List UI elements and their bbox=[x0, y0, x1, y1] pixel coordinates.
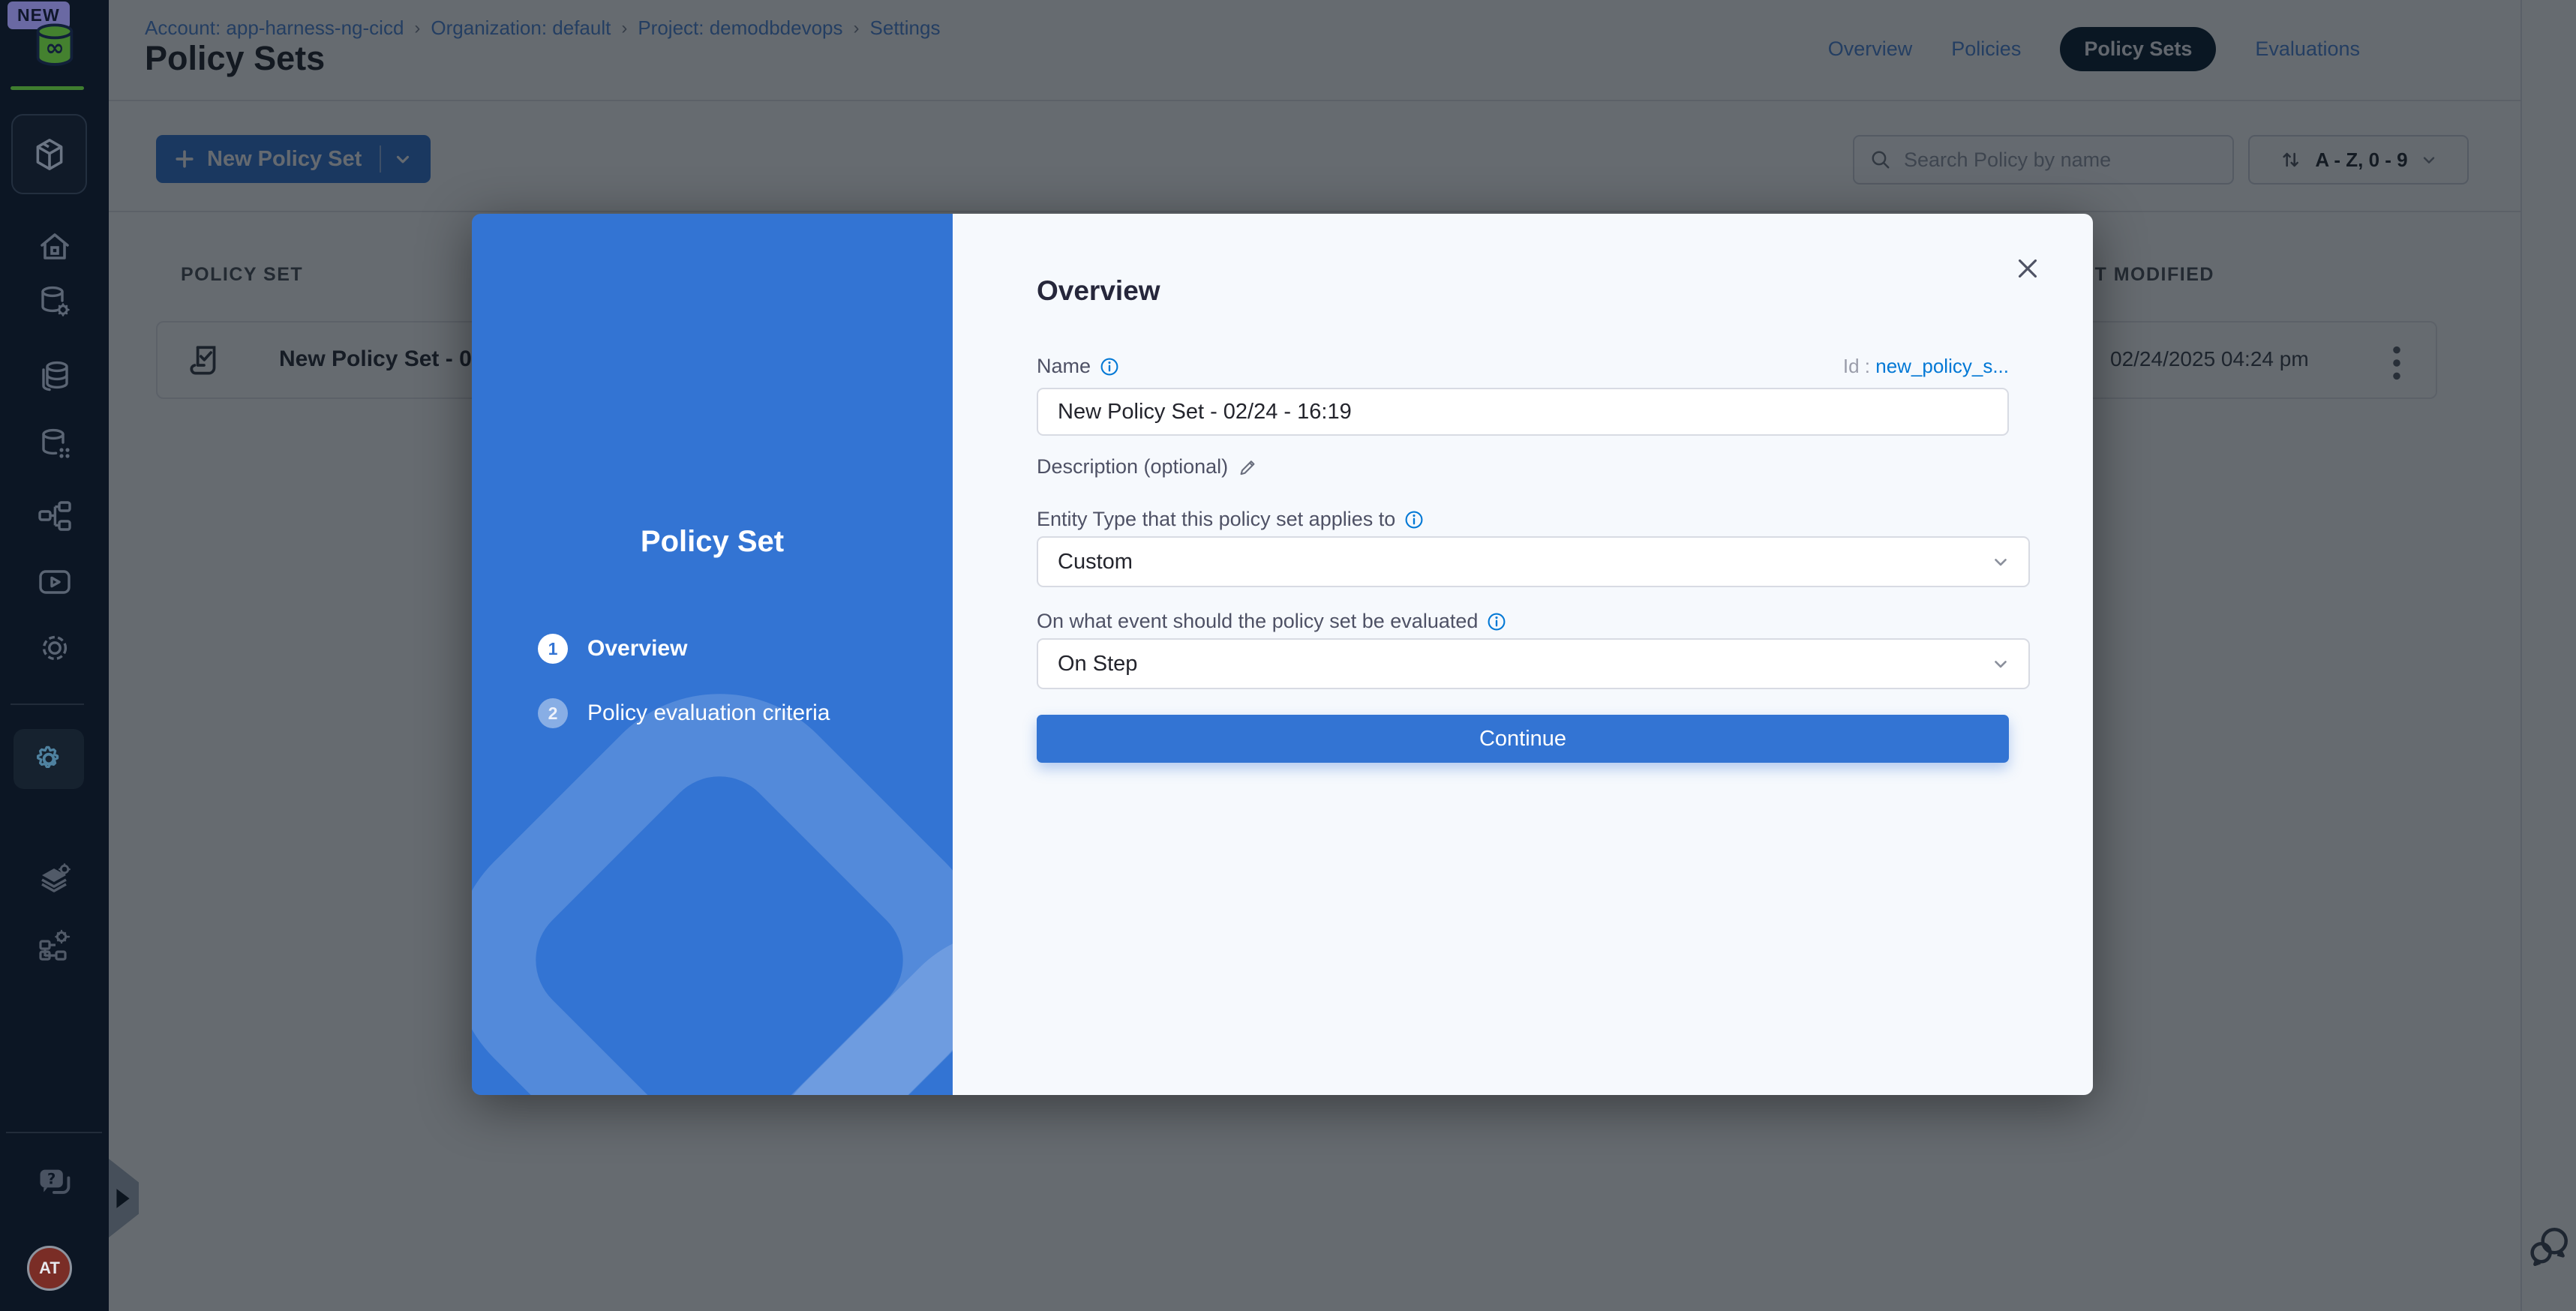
step-number: 1 bbox=[538, 634, 568, 664]
policy-set-wizard-modal: Policy Set 1 Overview 2 Policy evaluatio… bbox=[472, 214, 2093, 1095]
form-heading: Overview bbox=[1037, 275, 1160, 307]
sidebar-item-db-settings[interactable] bbox=[0, 284, 109, 320]
sidebar-item-environments[interactable] bbox=[0, 861, 109, 897]
sidebar: NEW ∞ bbox=[0, 0, 109, 1311]
settings-gear-active-icon bbox=[31, 741, 67, 777]
sidebar-item-infrastructure[interactable] bbox=[0, 926, 109, 962]
wizard-step-evaluation-criteria[interactable]: 2 Policy evaluation criteria bbox=[538, 698, 830, 728]
step-label: Policy evaluation criteria bbox=[587, 700, 830, 726]
video-play-icon bbox=[37, 564, 73, 600]
sidebar-item-pipelines[interactable] bbox=[0, 498, 109, 534]
step-number: 2 bbox=[538, 698, 568, 728]
continue-button[interactable]: Continue bbox=[1037, 715, 2009, 763]
id-label: Id : bbox=[1843, 355, 1870, 377]
sidebar-divider bbox=[11, 704, 84, 705]
workflow-gear-icon bbox=[37, 926, 73, 962]
event-label: On what event should the policy set be e… bbox=[1037, 610, 1478, 633]
policy-sets-page: Account: app-harness-ng-cicd › Organizat… bbox=[0, 0, 2576, 1311]
sidebar-item-db-instances[interactable] bbox=[0, 426, 109, 462]
name-label: Name bbox=[1037, 355, 1091, 378]
sidebar-item-module[interactable] bbox=[11, 114, 87, 194]
sidebar-item-help[interactable]: ? bbox=[0, 1164, 109, 1203]
info-icon[interactable] bbox=[1404, 510, 1424, 530]
home-icon bbox=[37, 229, 73, 265]
sidebar-item-executions[interactable] bbox=[0, 564, 109, 600]
event-value: On Step bbox=[1058, 652, 1137, 676]
description-label: Description (optional) bbox=[1037, 455, 1228, 478]
package-icon bbox=[31, 136, 68, 173]
sidebar-item-home[interactable] bbox=[0, 229, 109, 265]
sidebar-item-settings-active[interactable] bbox=[14, 729, 84, 789]
edit-pencil-icon[interactable] bbox=[1237, 457, 1258, 478]
event-label-row: On what event should the policy set be e… bbox=[1037, 610, 1506, 633]
close-icon[interactable] bbox=[2009, 250, 2046, 291]
sidebar-item-config[interactable] bbox=[0, 630, 109, 666]
svg-text:∞: ∞ bbox=[45, 35, 65, 62]
chevron-down-icon bbox=[1991, 552, 2010, 572]
entity-type-label: Entity Type that this policy set applies… bbox=[1037, 508, 1395, 531]
chevron-down-icon bbox=[1991, 654, 2010, 674]
svg-text:?: ? bbox=[47, 1171, 56, 1188]
event-select[interactable]: On Step bbox=[1037, 638, 2030, 689]
help-chat-icon: ? bbox=[35, 1164, 74, 1203]
wizard-step-overview[interactable]: 1 Overview bbox=[538, 634, 830, 664]
logo-underline bbox=[11, 86, 84, 90]
wizard-title: Policy Set bbox=[472, 525, 953, 559]
pipeline-tree-icon bbox=[37, 498, 73, 534]
entity-type-label-row: Entity Type that this policy set applies… bbox=[1037, 508, 1424, 531]
id-value-link[interactable]: new_policy_s... bbox=[1875, 355, 2009, 377]
entity-type-value: Custom bbox=[1058, 550, 1133, 574]
entity-type-select[interactable]: Custom bbox=[1037, 536, 2030, 587]
info-icon[interactable] bbox=[1487, 612, 1506, 632]
wizard-steps: 1 Overview 2 Policy evaluation criteria bbox=[538, 634, 830, 763]
sidebar-item-db-stack[interactable] bbox=[0, 358, 109, 394]
database-gear-icon bbox=[37, 284, 73, 320]
database-grid-icon bbox=[37, 426, 73, 462]
name-input[interactable] bbox=[1037, 388, 2009, 436]
step-label: Overview bbox=[587, 636, 687, 662]
wizard-form-panel: Overview Name Id : new_policy_s... Descr… bbox=[953, 214, 2093, 1095]
description-label-row: Description (optional) bbox=[1037, 455, 1258, 478]
gear-icon bbox=[37, 630, 73, 666]
wizard-side-panel: Policy Set 1 Overview 2 Policy evaluatio… bbox=[472, 214, 953, 1095]
name-label-row: Name bbox=[1037, 355, 1119, 378]
database-infinity-logo[interactable]: ∞ bbox=[0, 21, 109, 69]
info-icon[interactable] bbox=[1100, 357, 1119, 376]
database-stack-icon bbox=[37, 358, 73, 394]
entity-id: Id : new_policy_s... bbox=[1843, 355, 2009, 378]
layers-gear-icon bbox=[37, 861, 73, 897]
sidebar-divider bbox=[6, 1132, 102, 1133]
user-avatar[interactable]: AT bbox=[27, 1246, 72, 1291]
